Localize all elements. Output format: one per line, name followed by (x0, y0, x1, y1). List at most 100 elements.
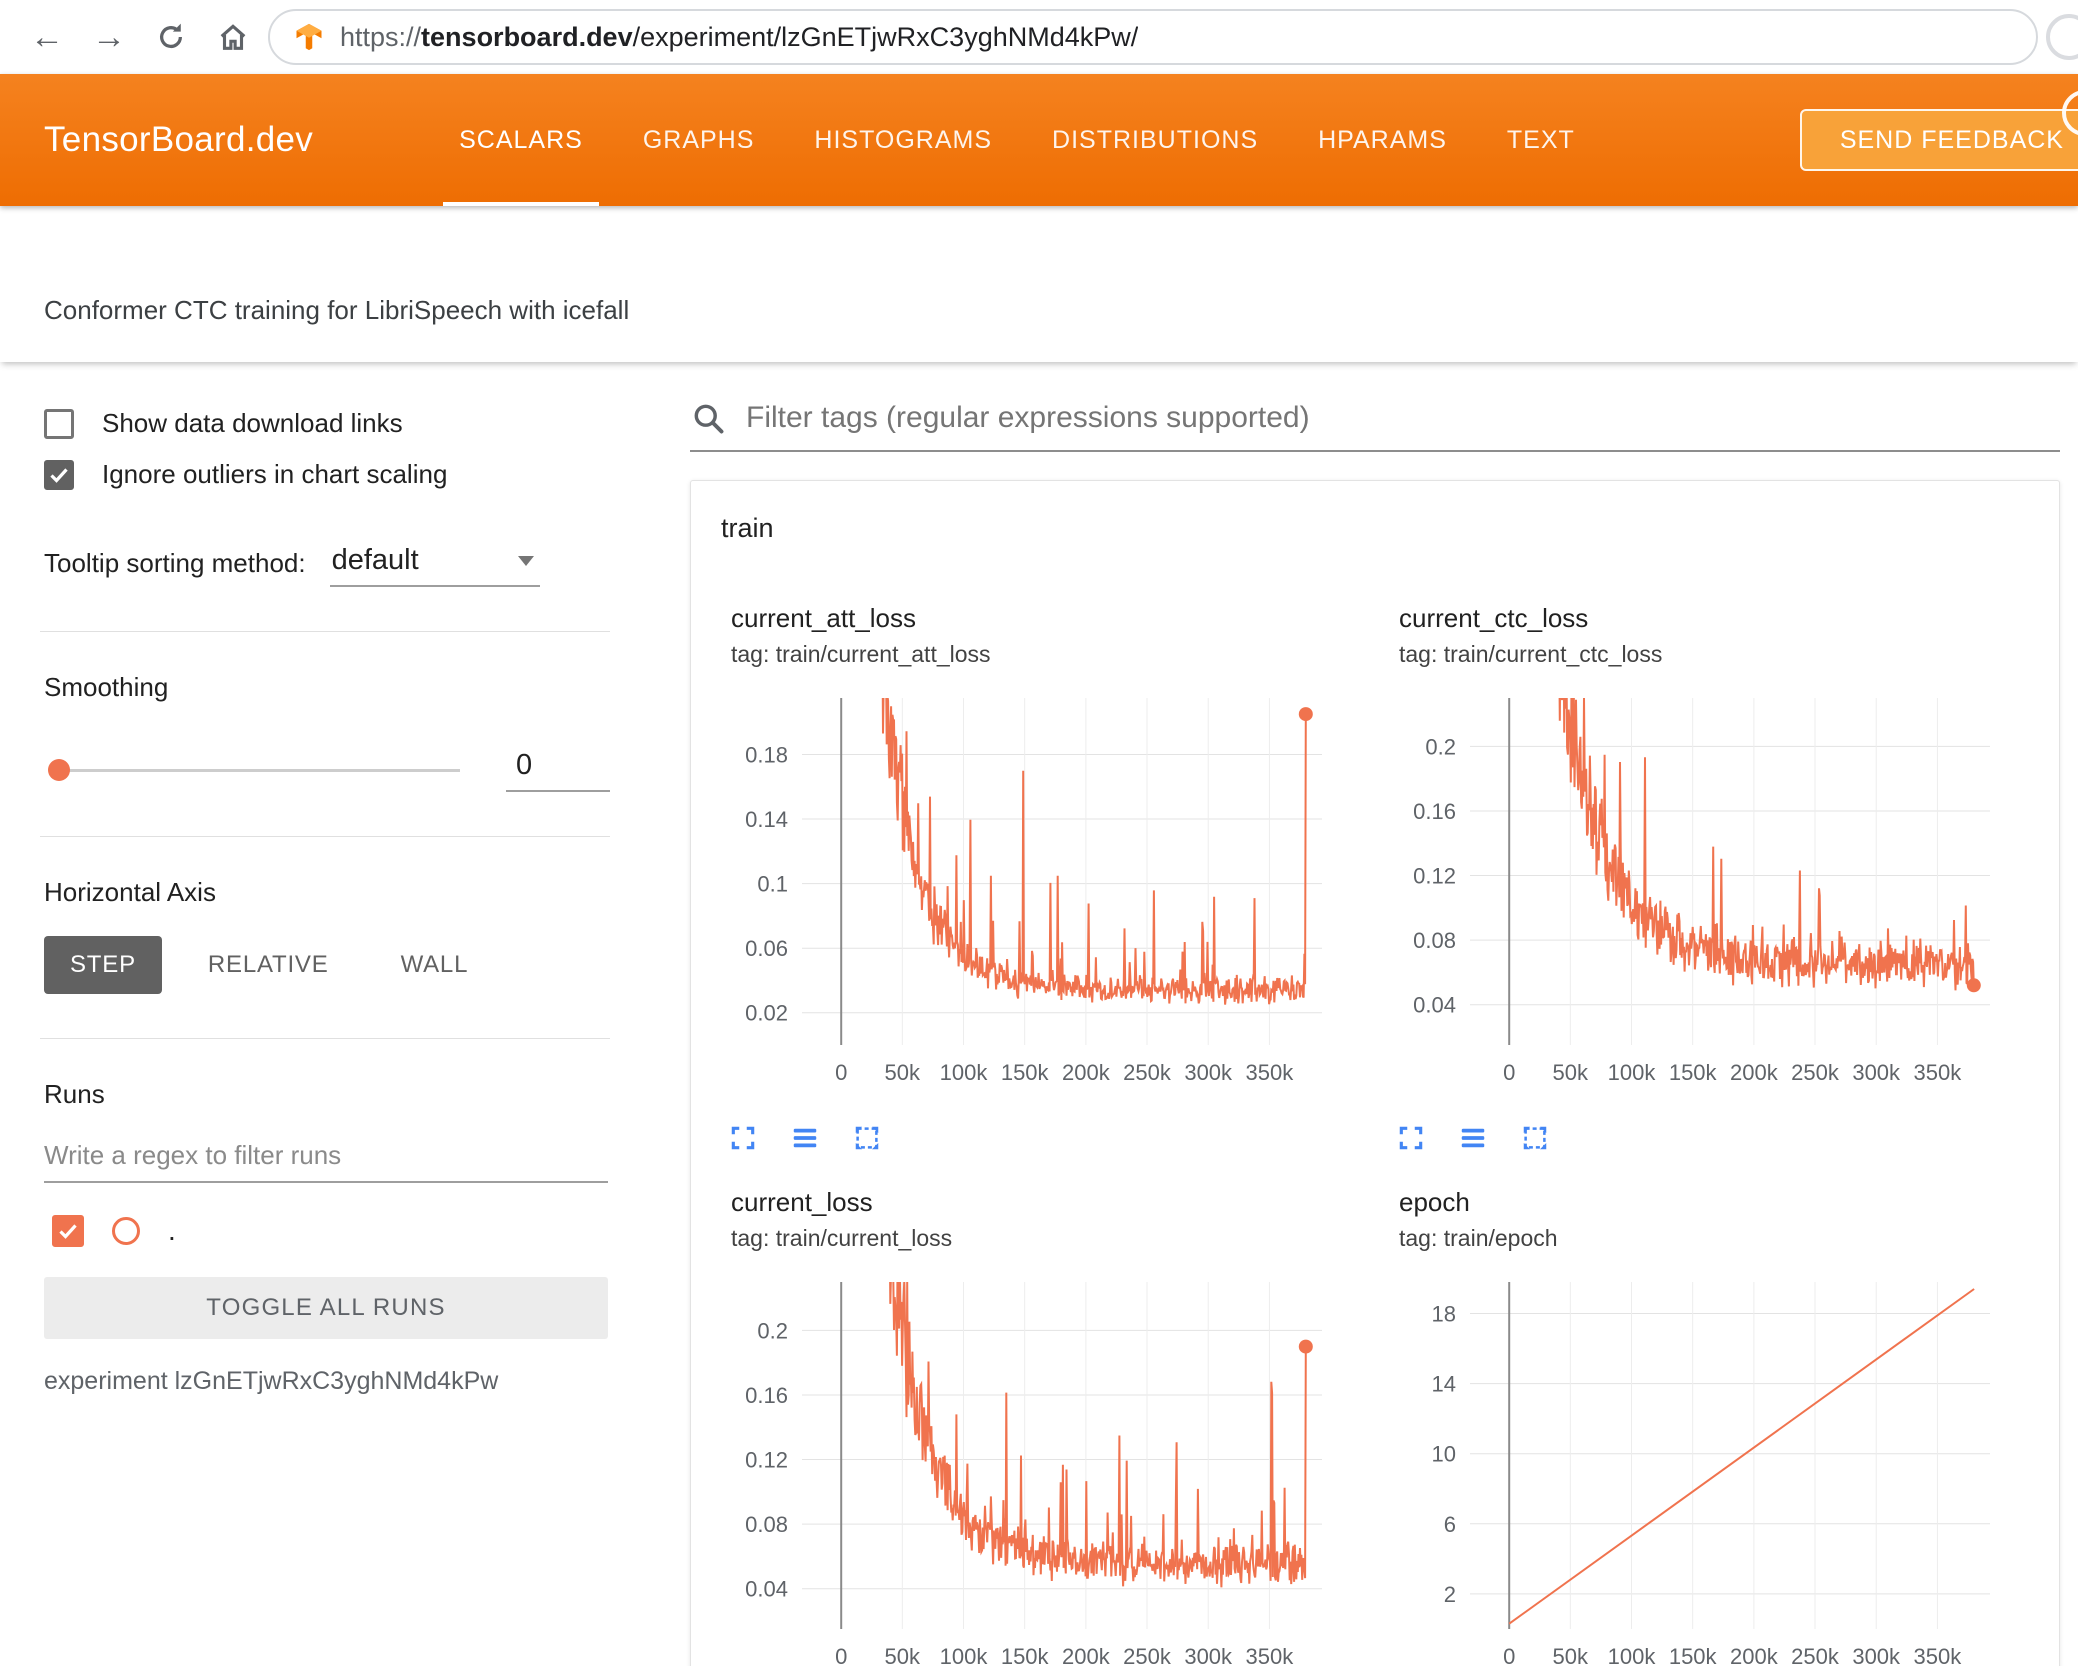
svg-text:300k: 300k (1852, 1060, 1901, 1085)
url-path: /experiment/lzGnETjwRxC3yghNMd4kPw/ (632, 21, 1139, 52)
smoothing-value[interactable]: 0 (506, 749, 610, 792)
show-download-links-checkbox[interactable] (44, 408, 74, 439)
svg-text:150k: 150k (1001, 1644, 1050, 1666)
send-feedback-button[interactable]: SEND FEEDBACK (1799, 109, 2078, 171)
chart-title: current_loss (731, 1187, 873, 1217)
tag-filter-row (690, 400, 2060, 452)
fullscreen-icon (1399, 1126, 1423, 1150)
browser-reload-button[interactable] (144, 10, 198, 64)
svg-text:250k: 250k (1791, 1644, 1840, 1666)
check-icon (50, 467, 68, 483)
svg-text:10: 10 (1432, 1442, 1456, 1467)
chart-title: current_ctc_loss (1399, 603, 1589, 633)
fit-domain-button[interactable] (847, 1118, 887, 1158)
svg-text:0.2: 0.2 (1425, 734, 1456, 759)
toggle-y-axis-button[interactable] (785, 1118, 825, 1158)
screen: ← → https://tensorboard.dev/experiment/l… (0, 0, 2078, 1666)
axis-option-wall[interactable]: WALL (375, 936, 495, 994)
divider (40, 631, 610, 632)
chart-toolbar (1391, 1118, 2033, 1158)
svg-text:150k: 150k (1669, 1060, 1718, 1085)
tab-histograms[interactable]: HISTOGRAMS (784, 74, 1022, 206)
chart-current_loss: current_loss tag: train/current_loss 0.04 0… (717, 1186, 1365, 1666)
tag-filter-input[interactable] (746, 401, 2060, 435)
axis-option-step[interactable]: STEP (44, 936, 162, 994)
chart-plot[interactable]: 2 6 10 14 18 0 50k 100k 150k 200k 250k 300k 350k (1385, 1274, 2005, 1666)
smoothing-slider[interactable] (48, 759, 460, 781)
ignore-outliers-row[interactable]: Ignore outliers in chart scaling (44, 459, 660, 490)
main-panel: train current_att_loss tag: train/current… (660, 362, 2078, 1666)
content: Show data download links Ignore outliers… (0, 362, 2078, 1666)
svg-text:6: 6 (1444, 1512, 1456, 1537)
tab-text[interactable]: TEXT (1477, 74, 1605, 206)
svg-text:150k: 150k (1001, 1060, 1050, 1085)
tooltip-sorting-label: Tooltip sorting method: (44, 548, 306, 578)
svg-text:250k: 250k (1123, 1644, 1172, 1666)
smoothing-label: Smoothing (44, 672, 169, 702)
show-download-links-row[interactable]: Show data download links (44, 408, 660, 439)
runs-filter-input[interactable] (44, 1140, 608, 1183)
svg-text:350k: 350k (1914, 1060, 1963, 1085)
svg-text:50k: 50k (1553, 1060, 1589, 1085)
svg-text:200k: 200k (1062, 1060, 1111, 1085)
chart-plot[interactable]: 0.04 0.08 0.12 0.16 0.2 0 50k 100k 150k 200k 250k 3… (717, 1274, 1337, 1666)
address-bar[interactable]: https://tensorboard.dev/experiment/lzGnE… (268, 9, 2038, 65)
svg-text:250k: 250k (1791, 1060, 1840, 1085)
charts-grid: current_att_loss tag: train/current_att_l… (691, 602, 2059, 1666)
home-icon (220, 24, 246, 50)
card-title-train[interactable]: train (691, 481, 2059, 602)
smoothing-slider-row: 0 (48, 749, 610, 792)
toggle-y-axis-button[interactable] (1453, 1118, 1493, 1158)
run-checkbox[interactable] (52, 1215, 84, 1247)
smoothing-slider-thumb[interactable] (48, 759, 70, 781)
chart-plot[interactable]: 0.02 0.06 0.1 0.14 0.18 0 50k 100k 150k 200k 250k 3… (717, 690, 1337, 1100)
svg-text:350k: 350k (1246, 1644, 1295, 1666)
horizontal-axis-options: STEP RELATIVE WALL (44, 936, 660, 994)
run-name: . (168, 1215, 176, 1246)
url-scheme: https:// (340, 21, 422, 52)
svg-text:200k: 200k (1062, 1644, 1111, 1666)
run-row[interactable]: . (52, 1215, 660, 1247)
expand-chart-button[interactable] (723, 1118, 763, 1158)
svg-text:350k: 350k (1914, 1644, 1963, 1666)
axis-option-relative[interactable]: RELATIVE (182, 936, 355, 994)
tab-hparams[interactable]: HPARAMS (1288, 74, 1477, 206)
chart-current_ctc_loss: current_ctc_loss tag: train/current_ctc_l… (1385, 602, 2033, 1158)
tensorboard-favicon (296, 23, 322, 51)
last-point-marker (1966, 978, 1981, 993)
browser-home-button[interactable] (206, 10, 260, 64)
divider (40, 836, 610, 837)
browser-profile-icon[interactable] (2046, 14, 2078, 60)
svg-text:0.12: 0.12 (1413, 864, 1456, 889)
reload-icon (160, 23, 182, 49)
app-logo[interactable]: TensorBoard.dev (44, 120, 313, 160)
svg-text:50k: 50k (885, 1060, 921, 1085)
ignore-outliers-label: Ignore outliers in chart scaling (102, 459, 448, 489)
tooltip-sorting-select[interactable]: default (329, 544, 540, 587)
experiment-id: experiment lzGnETjwRxC3yghNMd4kPw (44, 1367, 499, 1395)
show-download-links-label: Show data download links (102, 408, 403, 438)
svg-text:0.1: 0.1 (757, 872, 788, 897)
train-card: train current_att_loss tag: train/current… (690, 480, 2060, 1666)
browser-back-button[interactable]: ← (20, 10, 74, 64)
runs-label: Runs (44, 1079, 105, 1109)
tab-scalars[interactable]: SCALARS (429, 74, 613, 206)
svg-text:50k: 50k (885, 1644, 921, 1666)
tab-distributions[interactable]: DISTRIBUTIONS (1022, 74, 1288, 206)
svg-text:0: 0 (1503, 1644, 1515, 1666)
header-tabs: SCALARS GRAPHS HISTOGRAMS DISTRIBUTIONS HPAR… (429, 74, 1605, 206)
chart-title: current_att_loss (731, 603, 916, 633)
expand-chart-button[interactable] (1391, 1118, 1431, 1158)
fit-domain-button[interactable] (1515, 1118, 1555, 1158)
tooltip-sorting-row: Tooltip sorting method: default (44, 544, 660, 587)
chart-plot[interactable]: 0.04 0.08 0.12 0.16 0.2 0 50k 100k 150k 200k 250k 3… (1385, 690, 2005, 1100)
toggle-all-runs-button[interactable]: TOGGLE ALL RUNS (44, 1277, 608, 1339)
url-text: https://tensorboard.dev/experiment/lzGnE… (340, 22, 1138, 53)
ignore-outliers-checkbox[interactable] (44, 459, 74, 490)
svg-text:200k: 200k (1730, 1060, 1779, 1085)
app-header: TensorBoard.dev SCALARS GRAPHS HISTOGRAMS D… (0, 74, 2078, 206)
chart-tag: tag: train/current_ctc_loss (1399, 641, 1663, 667)
chart-tag: tag: train/current_loss (731, 1225, 953, 1251)
tab-graphs[interactable]: GRAPHS (613, 74, 785, 206)
browser-forward-button[interactable]: → (82, 10, 136, 64)
